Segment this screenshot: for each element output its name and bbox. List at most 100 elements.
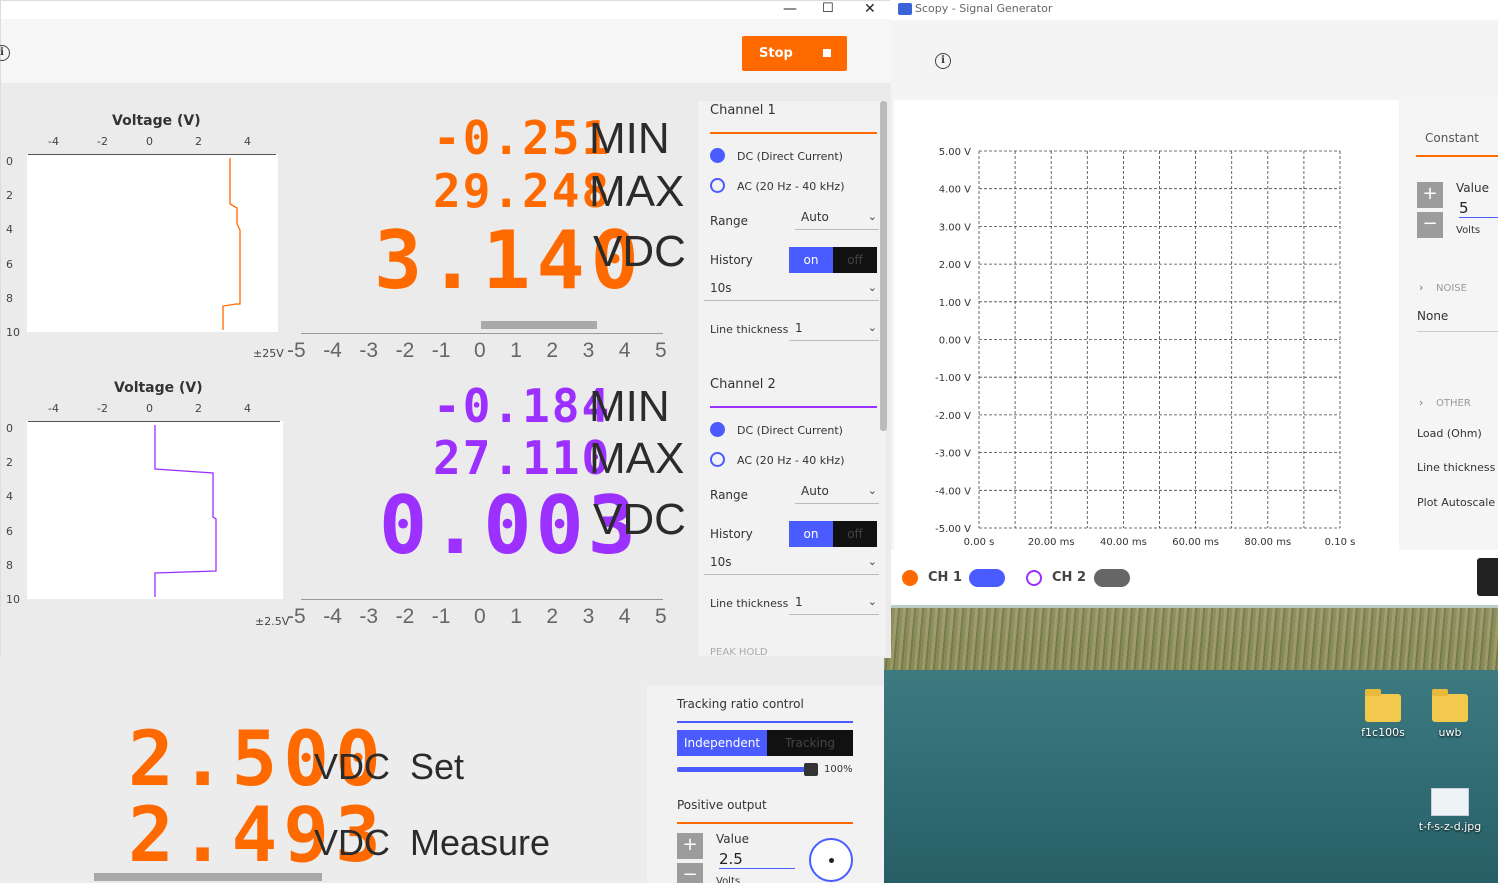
y-tick-label: 3.00 V: [939, 222, 971, 233]
ch2-min-label: MIN: [589, 382, 670, 431]
close-button[interactable]: ✕: [864, 1, 876, 17]
measure-label: Measure: [410, 822, 551, 863]
x-axis-line: [28, 421, 280, 422]
ch1-history-toggle[interactable]: on off: [789, 247, 877, 273]
scale-tick-label: 0: [474, 605, 486, 628]
ch2-thickness-label: Line thickness: [710, 597, 789, 610]
y-tick-label: 8: [6, 558, 13, 572]
y-tick-label: 2.00 V: [939, 260, 971, 271]
ch2-ac-label: AC (20 Hz - 40 kHz): [737, 454, 845, 467]
independent-option[interactable]: Independent: [677, 730, 767, 756]
tab-constant[interactable]: Constant: [1425, 131, 1479, 145]
ch1-trace: [222, 158, 241, 330]
ratio-slider-handle[interactable]: [804, 763, 818, 776]
ch1-thickness-select[interactable]: 1 ⌄: [789, 319, 879, 341]
ch1-dc-label: DC (Direct Current): [737, 150, 843, 163]
y-tick-label: 4: [6, 223, 13, 237]
ch1-label[interactable]: CH 1: [928, 570, 962, 585]
ch2-thickness-select[interactable]: 1 ⌄: [789, 593, 879, 615]
history-off[interactable]: off: [833, 521, 877, 547]
decrement-button[interactable]: −: [1417, 212, 1443, 238]
folder-icon: [1432, 689, 1468, 722]
noise-section-label[interactable]: NOISE: [1436, 283, 1467, 294]
value-input[interactable]: 5: [1459, 199, 1498, 218]
ratio-slider-track[interactable]: [677, 767, 811, 772]
y-tick-label: 1.00 V: [939, 298, 971, 309]
chevron-right-icon[interactable]: ›: [1419, 396, 1423, 409]
chevron-right-icon[interactable]: ›: [1419, 281, 1423, 294]
scale-tick-label: -4: [323, 339, 342, 362]
history-off[interactable]: off: [833, 247, 877, 273]
y-tick-label: -5.00 V: [935, 524, 971, 535]
desktop-icon-uwb[interactable]: uwb: [1420, 689, 1480, 739]
ch2-ac-radio[interactable]: [710, 452, 725, 467]
other-section-label[interactable]: OTHER: [1436, 398, 1471, 409]
noise-select[interactable]: None: [1417, 309, 1498, 332]
ch1-dc-radio[interactable]: [710, 148, 725, 163]
desktop-icon-f1c100s[interactable]: f1c100s: [1353, 689, 1413, 739]
ch2-label[interactable]: CH 2: [1052, 570, 1086, 585]
tracking-mode-toggle[interactable]: Independent Tracking: [677, 730, 853, 756]
ch1-range-select[interactable]: Auto ⌄: [795, 208, 879, 230]
ch1-history-plot: [27, 154, 278, 332]
tracking-underline: [677, 721, 853, 723]
channel-1-underline: [710, 132, 877, 134]
decrement-button[interactable]: −: [677, 863, 703, 883]
ch1-history-window-select[interactable]: 10s ⌄: [704, 279, 879, 301]
settings-scrollbar[interactable]: [880, 101, 887, 431]
ch2-history-toggle[interactable]: on off: [789, 521, 877, 547]
ch2-min-value: -0.184: [433, 379, 612, 433]
ch2-range-select[interactable]: Auto ⌄: [795, 482, 879, 504]
ch1-max-label: MAX: [589, 167, 685, 216]
ch1-settings-button[interactable]: [969, 569, 1005, 587]
info-icon[interactable]: i: [935, 53, 951, 69]
ch2-indicator-icon[interactable]: [1026, 570, 1042, 586]
value-knob[interactable]: [809, 838, 853, 882]
stop-button[interactable]: Stop: [742, 36, 847, 71]
ch2-history-window-select[interactable]: 10s ⌄: [704, 553, 879, 575]
unit-label: Volts: [1456, 225, 1481, 236]
value-input[interactable]: 2.5: [719, 850, 795, 869]
desktop-icon-jpg[interactable]: t-f-s-z-d.jpg: [1412, 788, 1488, 833]
increment-button[interactable]: +: [677, 833, 703, 859]
ch1-thickness-label: Line thickness: [710, 323, 789, 336]
y-tick-label: -4.00 V: [935, 486, 971, 497]
minimize-button[interactable]: —: [783, 1, 797, 17]
scale-tick-label: 2: [546, 339, 559, 362]
ch1-thickness-value: 1: [795, 321, 803, 335]
ch2-range-field-label: Range: [710, 488, 749, 502]
y-tick-label: 0.00 V: [939, 336, 971, 347]
volts-select[interactable]: Volts: [716, 876, 740, 883]
scale-tick-label: 0: [474, 339, 486, 362]
channel-bar: CH 1 CH 2: [890, 550, 1498, 605]
scopy-logo-icon: [898, 3, 912, 15]
ch2-dc-radio[interactable]: [710, 422, 725, 437]
run-button[interactable]: [1477, 558, 1498, 596]
y-tick-label: 4.00 V: [939, 185, 971, 196]
window-title: Scopy - Signal Generator: [915, 2, 1053, 15]
scale-tick-label: -4: [323, 605, 342, 628]
image-file-icon: [1431, 788, 1469, 816]
maximize-button[interactable]: ☐: [822, 1, 834, 16]
scale-tick-label: 4: [618, 339, 631, 362]
x-axis-line: [28, 154, 276, 155]
history-on[interactable]: on: [789, 521, 833, 547]
ch2-max-label: MAX: [589, 434, 685, 483]
ch1-plot-title: Voltage (V): [112, 113, 201, 129]
ch1-indicator-icon[interactable]: [902, 570, 918, 586]
ch2-settings-button[interactable]: [1094, 569, 1130, 587]
x-tick-label: 40.00 ms: [1100, 537, 1147, 548]
x-tick-label: -4: [48, 402, 59, 415]
x-tick-label: 2: [195, 135, 202, 148]
history-on[interactable]: on: [789, 247, 833, 273]
titlebar: Scopy - Signal Generator: [890, 0, 1498, 20]
scale-tick-label: 3: [582, 339, 595, 362]
tracking-option[interactable]: Tracking: [767, 730, 853, 756]
ch1-ac-radio[interactable]: [710, 178, 725, 193]
x-tick-label: 0.10 s: [1325, 537, 1356, 548]
increment-button[interactable]: +: [1417, 182, 1443, 208]
scale-tick-label: -5: [287, 339, 306, 362]
ch2-max-value: 27.110: [433, 431, 612, 485]
scale-tick-label: -1: [431, 339, 451, 362]
scale-tick-label: 2: [546, 605, 559, 628]
